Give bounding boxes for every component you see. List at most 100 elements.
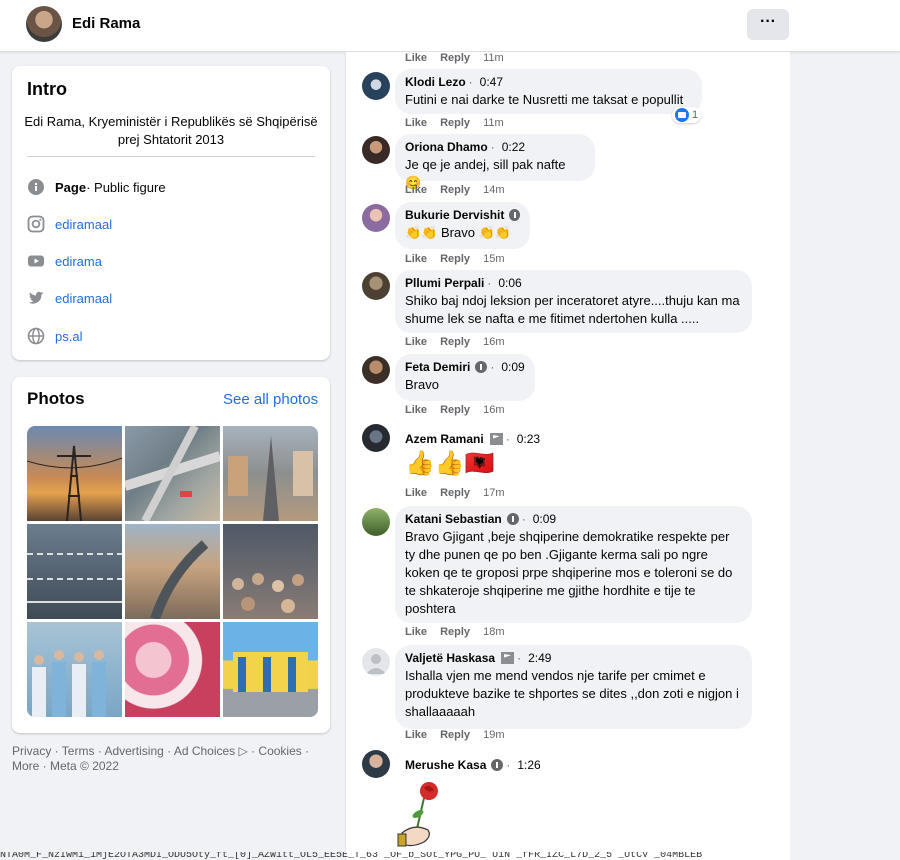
photo-crowd[interactable] — [223, 524, 318, 619]
avatar[interactable] — [362, 424, 390, 452]
like-reaction-icon — [675, 108, 689, 122]
photo-highway-interchange[interactable] — [123, 426, 222, 523]
intro-divider — [27, 156, 315, 157]
commenter-name[interactable]: Pllumi Perpali — [405, 276, 484, 290]
commenter-name[interactable]: Merushe Kasa — [405, 758, 486, 772]
comment-bubble: Feta Demiri · 0:09 Bravo — [395, 354, 535, 401]
commenter-name[interactable]: Katani Sebastian — [405, 512, 502, 526]
reply-button[interactable]: Reply — [440, 253, 470, 265]
youtube-link[interactable]: edirama — [55, 254, 102, 269]
reaction-count[interactable]: 1 — [672, 107, 702, 123]
voice-duration: 0:09 — [501, 360, 525, 374]
like-button[interactable]: Like — [405, 184, 427, 196]
comment-bubble: Klodi Lezo · 0:47 Futini e nai darke te Nu… — [395, 69, 702, 114]
flag-badge-icon — [501, 652, 515, 664]
reply-button[interactable]: Reply — [440, 336, 470, 348]
avatar[interactable] — [362, 204, 390, 232]
top-fan-badge-icon — [475, 361, 488, 373]
voice-duration: 0:06 — [498, 276, 522, 290]
avatar[interactable] — [362, 750, 390, 778]
reply-button[interactable]: Reply — [440, 404, 470, 416]
photo-city-road[interactable] — [223, 426, 318, 521]
intro-category-row: Page · Public figure — [27, 177, 166, 197]
comment-text: Bravo Gjigant ,beje shqiperine demokrati… — [405, 529, 733, 616]
avatar[interactable] — [362, 136, 390, 164]
footer-links[interactable]: Privacy · Terms · Advertising · Ad Choic… — [12, 744, 332, 774]
commenter-name[interactable]: Azem Ramani — [405, 432, 484, 446]
intro-website-row[interactable]: ps.al — [27, 326, 82, 346]
reply-button[interactable]: Reply — [440, 626, 470, 638]
comment-time: 14m — [483, 184, 505, 196]
avatar[interactable] — [362, 272, 390, 300]
like-button[interactable]: Like — [405, 626, 427, 638]
photos-title: Photos — [27, 389, 85, 408]
top-fan-badge-icon — [491, 759, 504, 771]
commenter-name[interactable]: Klodi Lezo — [405, 75, 466, 89]
reply-button[interactable]: Reply — [440, 184, 470, 196]
comment-actions: Like Reply 16m — [405, 336, 515, 348]
comment-text: 👏👏 Bravo 👏👏 — [405, 225, 511, 240]
comment-actions: Like Reply 11m — [405, 117, 514, 129]
category-bold: Page — [55, 179, 87, 195]
twitter-link[interactable]: ediramaal — [55, 291, 112, 306]
photo-flowers[interactable] — [125, 622, 220, 717]
commenter-name[interactable]: Valjetë Haskasa — [405, 651, 495, 665]
category-text: · Public figure — [86, 179, 166, 195]
like-button[interactable]: Like — [405, 253, 427, 265]
voice-duration: 0:22 — [501, 140, 526, 154]
top-fan-badge-icon — [506, 513, 519, 525]
commenter-name[interactable]: Bukurie Dervishit — [405, 208, 504, 222]
commenter-name[interactable]: Feta Demiri — [405, 360, 470, 374]
intro-twitter-row[interactable]: ediramaal — [27, 288, 112, 308]
photo-grid — [27, 426, 318, 717]
see-all-photos-link[interactable]: See all photos — [223, 391, 318, 408]
instagram-link[interactable]: ediramaal — [55, 217, 112, 232]
intro-bio: Edi Rama, Kryeministër i Republikës së S… — [24, 114, 318, 147]
reply-button[interactable]: Reply — [440, 117, 470, 129]
page-name[interactable]: Edi Rama — [72, 15, 140, 32]
intro-youtube-row[interactable]: edirama — [27, 251, 102, 271]
like-button[interactable]: Like — [405, 487, 427, 499]
photo-medical-staff[interactable] — [27, 622, 122, 717]
comment-actions: Like Reply 19m — [405, 729, 515, 741]
reply-button[interactable]: Reply — [440, 729, 470, 741]
intro-card: Intro Edi Rama, Kryeministër i Republikë… — [12, 66, 330, 360]
comment-text: Ishalla vjen me mend vendos nje tarife p… — [405, 668, 739, 719]
comment-text: Shiko baj ndoj leksion per inceratoret a… — [405, 293, 740, 326]
reaction-number: 1 — [692, 109, 699, 121]
like-button[interactable]: Like — [405, 729, 427, 741]
voice-duration: 0:09 — [532, 512, 557, 526]
intro-instagram-row[interactable]: ediramaal — [27, 214, 112, 234]
comment-actions: Like Reply 18m — [405, 626, 515, 638]
avatar[interactable] — [362, 356, 390, 384]
top-fan-badge-icon — [509, 209, 520, 221]
like-button[interactable]: Like — [405, 52, 427, 64]
comment-bubble: Pllumi Perpali · 0:06 Shiko baj ndoj leksi… — [395, 270, 752, 333]
like-button[interactable]: Like — [405, 117, 427, 129]
page-avatar[interactable] — [26, 6, 62, 42]
comment-time: 19m — [483, 729, 505, 741]
reply-button[interactable]: Reply — [440, 487, 470, 499]
photo-highway-lanes[interactable] — [27, 524, 122, 619]
website-link[interactable]: ps.al — [55, 329, 82, 344]
reply-button[interactable]: Reply — [440, 52, 470, 64]
top-comment-actions: Like Reply 11m — [405, 52, 514, 64]
like-button[interactable]: Like — [405, 336, 427, 348]
comment-time: 15m — [483, 253, 505, 265]
avatar[interactable] — [362, 72, 390, 100]
more-options-button[interactable]: ··· — [747, 9, 789, 40]
comment-time: 17m — [483, 487, 505, 499]
comment-time: 11m — [483, 52, 504, 64]
photo-power-lines[interactable] — [27, 426, 123, 522]
flag-badge-icon — [489, 433, 503, 445]
like-button[interactable]: Like — [405, 404, 427, 416]
photo-city-aerial[interactable] — [125, 524, 220, 621]
avatar[interactable] — [362, 648, 390, 676]
commenter-name[interactable]: Oriona Dhamo — [405, 140, 488, 154]
comment-header: Azem Ramani · 0:23 — [405, 432, 541, 446]
voice-duration: 2:49 — [528, 651, 552, 665]
comment-header: Merushe Kasa · 1:26 — [405, 758, 541, 772]
photo-building[interactable] — [223, 622, 318, 717]
avatar[interactable] — [362, 508, 390, 536]
comment-bubble: Bukurie Dervishit 👏👏 Bravo 👏👏 — [395, 202, 530, 249]
